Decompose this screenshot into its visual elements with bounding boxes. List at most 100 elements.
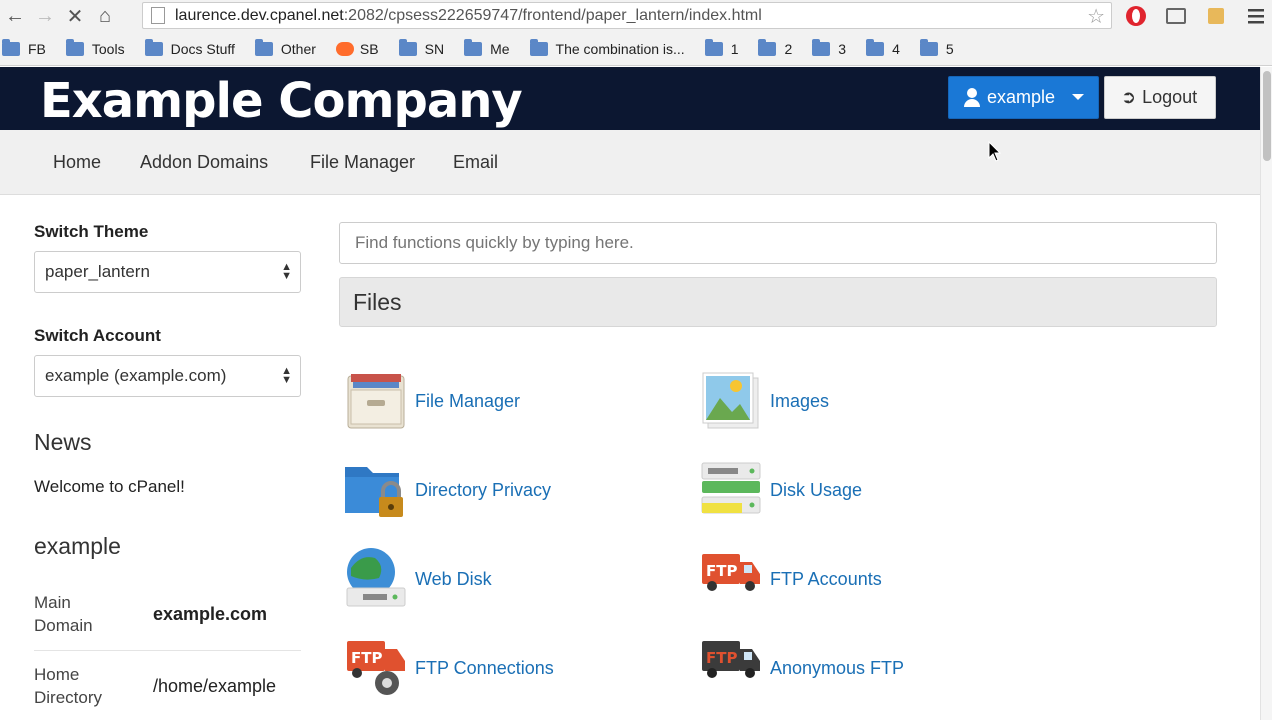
- web-disk-item[interactable]: Web Disk: [345, 548, 492, 610]
- nav-home[interactable]: Home: [53, 152, 101, 173]
- ftp-connections-icon: FTP: [347, 641, 405, 695]
- svg-text:FTP: FTP: [706, 649, 737, 667]
- menu-icon[interactable]: [1244, 4, 1268, 28]
- logout-icon: ➲: [1121, 87, 1137, 107]
- anonymous-ftp-label: Anonymous FTP: [770, 657, 905, 678]
- images-item[interactable]: Images: [700, 370, 829, 432]
- folder-icon: [704, 38, 723, 56]
- svg-text:FTP: FTP: [351, 649, 382, 667]
- back-icon[interactable]: ←: [0, 1, 30, 31]
- file-manager-item[interactable]: File Manager: [345, 370, 520, 432]
- cast-icon[interactable]: [1164, 4, 1188, 28]
- bookmark-item[interactable]: SB: [335, 41, 379, 57]
- account-select[interactable]: example (example.com) ▲ ▼: [34, 355, 301, 397]
- ftp-accounts-item[interactable]: FTP FTP Accounts: [700, 548, 882, 610]
- logout-button[interactable]: ➲ Logout: [1104, 76, 1216, 119]
- folder-icon: [464, 38, 483, 56]
- anonymous-ftp-item[interactable]: FTP Anonymous FTP: [700, 637, 904, 699]
- ftp-connections-item[interactable]: FTP FTP Connections: [345, 637, 554, 699]
- news-text: Welcome to cPanel!: [34, 477, 185, 496]
- directory-privacy-label: Directory Privacy: [415, 479, 552, 500]
- page-icon: [151, 7, 165, 24]
- user-menu-label: example: [987, 87, 1056, 107]
- switch-account-label: Switch Account: [34, 326, 161, 345]
- nav-email[interactable]: Email: [453, 152, 498, 173]
- bookmarks-bar: FB Tools Docs Stuff Other SB SN Me The c…: [0, 32, 1272, 66]
- browser-toolbar: ← → ✕ ⌂ laurence.dev.cpanel.net:2082/cps…: [0, 0, 1272, 32]
- address-bar[interactable]: laurence.dev.cpanel.net:2082/cpsess22265…: [142, 2, 1112, 29]
- top-nav: Home Addon Domains File Manager Email: [0, 130, 1260, 195]
- url-text: laurence.dev.cpanel.net:2082/cpsess22265…: [175, 6, 762, 24]
- function-search-input[interactable]: [339, 222, 1217, 264]
- bookmark-item[interactable]: Me: [464, 38, 510, 57]
- svg-text:FTP: FTP: [706, 562, 737, 580]
- logout-label: Logout: [1142, 87, 1198, 107]
- mouse-cursor-icon: [988, 141, 1002, 162]
- sb-icon: [335, 41, 354, 56]
- caret-down-icon: [1072, 94, 1084, 100]
- stop-icon[interactable]: ✕: [60, 1, 90, 31]
- files-section-header[interactable]: Files: [339, 277, 1217, 327]
- bookmark-item[interactable]: Tools: [65, 38, 125, 57]
- bookmark-item[interactable]: 2: [758, 38, 792, 57]
- theme-select[interactable]: paper_lantern ▲ ▼: [34, 251, 301, 293]
- folder-icon: [398, 38, 417, 56]
- select-arrows-icon: ▲ ▼: [281, 365, 292, 386]
- bookmark-item[interactable]: 5: [919, 38, 954, 57]
- bookmark-item[interactable]: SN: [398, 38, 444, 57]
- folder-icon: [529, 38, 548, 56]
- disk-usage-label: Disk Usage: [770, 479, 863, 500]
- nav-addon-domains[interactable]: Addon Domains: [140, 152, 268, 173]
- folder-icon: [65, 38, 84, 56]
- switch-theme-label: Switch Theme: [34, 222, 149, 241]
- bookmark-item[interactable]: Docs Stuff: [144, 38, 235, 57]
- company-logo[interactable]: Example Company: [40, 73, 523, 129]
- user-menu-button[interactable]: example: [948, 76, 1099, 119]
- brand-bar: Example Company example ➲ Logout: [0, 67, 1260, 130]
- folder-icon: [2, 38, 20, 56]
- images-label: Images: [770, 390, 830, 411]
- opera-icon[interactable]: [1124, 4, 1148, 28]
- account-select-value: example (example.com): [45, 366, 227, 385]
- scrollbar-thumb[interactable]: [1263, 71, 1271, 161]
- page-scrollbar[interactable]: [1260, 67, 1272, 720]
- theme-select-value: paper_lantern: [45, 262, 150, 281]
- main-domain-label: Main Domain: [34, 593, 93, 635]
- disk-usage-icon: [701, 462, 761, 514]
- user-icon: [963, 87, 981, 108]
- folder-icon: [758, 38, 777, 56]
- home-icon[interactable]: ⌂: [90, 1, 120, 31]
- bookmark-star-icon[interactable]: ☆: [1087, 4, 1105, 29]
- files-section-title: Files: [353, 288, 402, 315]
- folder-icon: [919, 38, 938, 56]
- news-heading: News: [34, 429, 92, 455]
- ftp-accounts-icon: FTP: [702, 554, 760, 591]
- ftp-accounts-label: FTP Accounts: [770, 568, 882, 589]
- web-disk-icon: [346, 548, 406, 607]
- folder-icon: [866, 38, 885, 56]
- main-domain-value: example.com: [153, 604, 268, 624]
- folder-icon: [254, 38, 273, 56]
- folder-icon: [812, 38, 831, 56]
- bookmark-item[interactable]: 4: [866, 38, 900, 57]
- home-directory-label: Home Directory: [34, 665, 103, 707]
- disk-usage-item[interactable]: Disk Usage: [700, 459, 862, 521]
- bookmark-item[interactable]: 3: [812, 38, 846, 57]
- bookmark-item[interactable]: Other: [254, 38, 316, 57]
- account-heading: example: [34, 533, 121, 559]
- anonymous-ftp-icon: FTP: [702, 641, 760, 678]
- select-arrows-icon: ▲ ▼: [281, 261, 292, 282]
- home-directory-value: /home/example: [153, 676, 277, 696]
- bookmark-item[interactable]: FB: [2, 38, 46, 57]
- forward-icon[interactable]: →: [30, 1, 60, 31]
- extension-icon[interactable]: [1204, 4, 1228, 28]
- bookmark-item[interactable]: 1: [704, 38, 738, 57]
- directory-privacy-item[interactable]: Directory Privacy: [345, 459, 551, 521]
- directory-privacy-icon: [345, 467, 403, 517]
- images-icon: [702, 372, 759, 429]
- folder-icon: [144, 38, 163, 56]
- file-manager-icon: [347, 374, 405, 429]
- bookmark-item[interactable]: The combination is...: [529, 38, 685, 57]
- ftp-connections-label: FTP Connections: [415, 657, 554, 678]
- nav-file-manager[interactable]: File Manager: [310, 152, 415, 173]
